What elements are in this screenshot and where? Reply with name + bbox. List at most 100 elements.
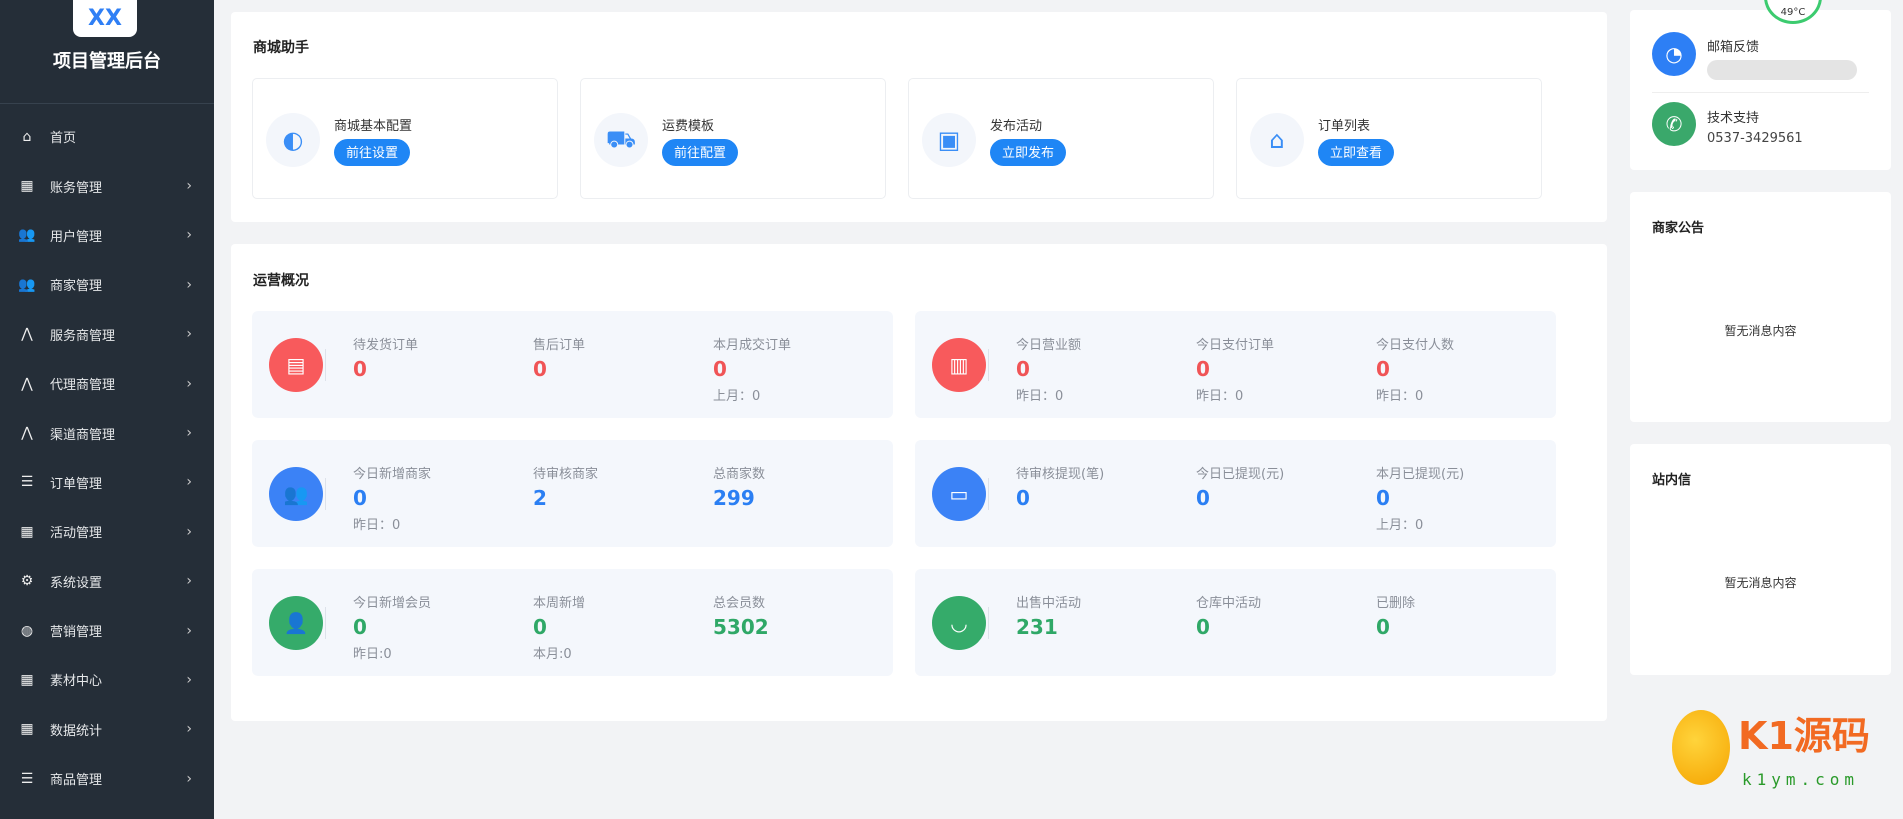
shortcut-label: 发布活动 <box>990 119 1043 134</box>
stat-sub: 昨日:0 <box>353 647 392 662</box>
merchants-icon: 👥 <box>18 276 36 293</box>
sidebar-item[interactable]: ▦ 活动管理 › <box>0 507 214 556</box>
gear-icon: ⚙ <box>20 573 34 590</box>
chevron-right-icon: › <box>186 227 192 244</box>
divider <box>0 103 214 104</box>
shopping-bag-icon: ◡ <box>932 596 986 650</box>
document-icon: ▤ <box>269 338 323 392</box>
sidebar-item[interactable]: ▦ 账务管理 › <box>0 161 214 210</box>
sidebar-item-label: 用户管理 <box>50 229 103 245</box>
stat-sub: 昨日：0 <box>1016 389 1064 404</box>
sidebar: XX 项目管理后台 ⌂ 首页 ▦ 账务管理 › 👥 用户管理 › 👥 商家管理 › ⋀ 服务商管理 › ⋀ 代… <box>0 0 214 819</box>
sidebar-item[interactable]: 👥 商家管理 › <box>0 260 214 309</box>
operations-overview-panel: 运营概况 ▤ 待发货订单 0 售后订单 0 本月成交订单 0 上月：0 ▥ 今日营业额 0 昨日：0 今… <box>231 244 1607 721</box>
watermark-text: K1源码 <box>1738 714 1870 758</box>
divider <box>325 478 326 510</box>
divider <box>988 607 989 639</box>
sidebar-menu: ⌂ 首页 ▦ 账务管理 › 👥 用户管理 › 👥 商家管理 › ⋀ 服务商管理 › ⋀ 代理商管理 › ⋀ 渠道商管… <box>0 112 214 803</box>
sidebar-item[interactable]: ☰ 订单管理 › <box>0 458 214 507</box>
sidebar-item-label: 活动管理 <box>50 526 103 542</box>
home-icon: ⌂ <box>22 128 32 145</box>
shortcut-card: ▣ 发布活动立即发布 <box>908 78 1214 199</box>
notice-empty: 暂无消息内容 <box>1724 324 1797 338</box>
stat-item: 今日新增会员 0 昨日:0 <box>353 592 431 662</box>
inbox-empty: 暂无消息内容 <box>1724 576 1797 590</box>
shortcut-button[interactable]: 立即发布 <box>990 139 1067 166</box>
shortcut-label: 订单列表 <box>1318 119 1371 134</box>
stat-label: 今日新增会员 <box>353 596 432 611</box>
stat-item: 今日新增商家 0 昨日：0 <box>353 463 431 533</box>
stat-value: 299 <box>713 486 755 510</box>
sidebar-item[interactable]: ◍ 营销管理 › <box>0 606 214 655</box>
stat-item: 总会员数 5302 <box>713 592 769 641</box>
stat-value: 0 <box>1016 486 1030 510</box>
shortcut-button[interactable]: 立即查看 <box>1318 139 1395 166</box>
shortcut-button[interactable]: 前往设置 <box>334 139 411 166</box>
stat-item: 待发货订单 0 <box>353 334 418 383</box>
stat-item: 待审核提现(笔) 0 <box>1016 463 1104 512</box>
stat-label: 售后订单 <box>533 338 586 353</box>
money-icon: ▦ <box>20 178 34 195</box>
bar-chart-icon: ▥ <box>932 338 986 392</box>
sidebar-item-label: 营销管理 <box>50 625 103 641</box>
watermark-url: k1ym.com <box>1742 770 1860 789</box>
qq-icon: ◔ <box>1652 32 1696 76</box>
support-label: 技术支持 <box>1707 111 1760 126</box>
stat-sub: 本月:0 <box>533 647 572 662</box>
temperature-value: 49°C <box>1780 7 1806 18</box>
stat-value: 0 <box>1376 357 1390 381</box>
stat-box: ▤ 待发货订单 0 售后订单 0 本月成交订单 0 上月：0 <box>252 311 893 418</box>
network-icon: ⋀ <box>21 326 33 343</box>
stat-item: 今日支付订单 0 昨日：0 <box>1196 334 1274 404</box>
sidebar-item[interactable]: ▦ 素材中心 › <box>0 655 214 704</box>
stat-value: 0 <box>353 357 367 381</box>
sidebar-item[interactable]: ⚙ 系统设置 › <box>0 557 214 606</box>
sidebar-item[interactable]: ☰ 商品管理 › <box>0 754 214 803</box>
sidebar-item[interactable]: ⋀ 代理商管理 › <box>0 359 214 408</box>
stat-label: 今日支付订单 <box>1196 338 1275 353</box>
sidebar-item[interactable]: ⋀ 服务商管理 › <box>0 310 214 359</box>
watermark-emblem <box>1672 710 1730 785</box>
sidebar-item[interactable]: ⌂ 首页 <box>0 112 214 161</box>
stat-value: 0 <box>353 486 367 510</box>
section-title: 运营概况 <box>253 273 309 289</box>
list-icon: ☰ <box>20 474 34 491</box>
stat-label: 本周新增 <box>533 596 586 611</box>
globe-icon: ◍ <box>20 622 34 639</box>
divider <box>988 478 989 510</box>
chevron-right-icon: › <box>186 276 192 293</box>
stat-value: 0 <box>1376 486 1390 510</box>
shortcut-label: 运费模板 <box>662 119 715 134</box>
stat-label: 总会员数 <box>713 596 766 611</box>
email-feedback-label: 邮箱反馈 <box>1707 40 1760 55</box>
sidebar-item[interactable]: ⋀ 渠道商管理 › <box>0 408 214 457</box>
stat-box: ▥ 今日营业额 0 昨日：0 今日支付订单 0 昨日：0 今日支付人数 0 昨日：0 <box>915 311 1556 418</box>
stat-label: 已删除 <box>1376 596 1416 611</box>
sidebar-item[interactable]: ▦ 数据统计 › <box>0 705 214 754</box>
stat-item: 已删除 0 <box>1376 592 1415 641</box>
notice-title: 商家公告 <box>1652 221 1705 236</box>
stat-item: 今日营业额 0 昨日：0 <box>1016 334 1081 404</box>
sidebar-item-label: 订单管理 <box>50 476 103 492</box>
stat-value: 0 <box>533 357 547 381</box>
phone-icon: ✆ <box>1652 102 1696 146</box>
chevron-right-icon: › <box>186 721 192 738</box>
bag-icon: ▣ <box>922 113 976 167</box>
sidebar-item[interactable]: 👥 用户管理 › <box>0 211 214 260</box>
stat-label: 待审核商家 <box>533 467 599 482</box>
stat-item: 今日已提现(元) 0 <box>1196 463 1284 512</box>
sidebar-item-label: 代理商管理 <box>50 378 116 394</box>
truck-icon: ⛟ <box>594 113 648 167</box>
chevron-right-icon: › <box>186 770 192 787</box>
inbox-card: 站内信 暂无消息内容 <box>1630 444 1891 675</box>
users-icon: 👥 <box>18 227 36 244</box>
grid-icon: ▦ <box>20 671 34 688</box>
stat-value: 0 <box>1196 486 1210 510</box>
mall-assistant-panel: 商城助手 ◐ 商城基本配置 前往设置 ⛟ 运费模板 前往配置 ▣ 发布活动 立即发布 ⌂ 订单列表立… <box>231 12 1607 222</box>
shortcut-button[interactable]: 前往配置 <box>662 139 739 166</box>
section-title: 商城助手 <box>253 40 309 56</box>
stat-label: 本月成交订单 <box>713 338 792 353</box>
stat-sub: 昨日：0 <box>1376 389 1424 404</box>
chevron-right-icon: › <box>186 573 192 590</box>
stat-item: 今日支付人数 0 昨日：0 <box>1376 334 1454 404</box>
